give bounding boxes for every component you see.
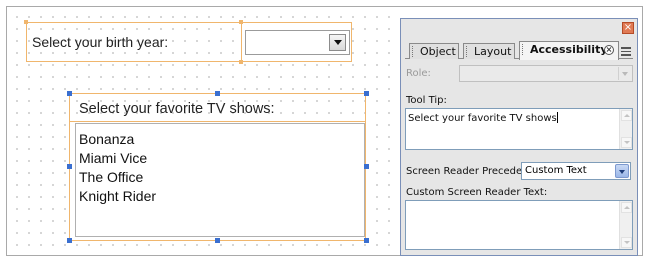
- tab-object[interactable]: Object: [409, 43, 459, 59]
- close-icon[interactable]: ×: [622, 22, 634, 34]
- list-item[interactable]: Knight Rider: [76, 187, 364, 206]
- custom-text-label: Custom Screen Reader Text:: [406, 187, 548, 198]
- tab-object-label: Object: [420, 45, 456, 58]
- custom-text-input[interactable]: [405, 200, 633, 250]
- list-item[interactable]: Bonanza: [76, 130, 364, 149]
- tab-close-icon[interactable]: ×: [604, 45, 614, 55]
- resize-handle-middle-left[interactable]: [67, 164, 72, 169]
- chevron-down-icon: [618, 67, 631, 80]
- birth-year-select[interactable]: [241, 22, 352, 62]
- chevron-down-icon[interactable]: [615, 164, 629, 178]
- tv-shows-listbox[interactable]: Bonanza Miami Vice The Office Knight Rid…: [75, 123, 365, 237]
- scroll-up-icon[interactable]: [621, 110, 632, 121]
- tab-accessibility-label: Accessibility: [530, 43, 608, 56]
- birth-year-handle-mid[interactable]: [239, 20, 243, 24]
- birth-year-label: Select your birth year:: [32, 34, 169, 50]
- chevron-down-icon[interactable]: [329, 34, 346, 51]
- role-label: Role:: [406, 68, 431, 79]
- list-item[interactable]: The Office: [76, 168, 364, 187]
- resize-handle-bottom-right[interactable]: [364, 238, 369, 243]
- tooltip-input[interactable]: Select your favorite TV shows: [405, 108, 633, 150]
- list-item[interactable]: Miami Vice: [76, 149, 364, 168]
- scroll-down-icon[interactable]: [621, 137, 632, 148]
- text-caret: [556, 112, 558, 123]
- resize-handle-bottom-left[interactable]: [67, 238, 72, 243]
- precedence-value: Custom Text: [525, 165, 587, 176]
- accessibility-panel: × Object Layout Accessibility × Role: To…: [400, 18, 638, 256]
- resize-handle-middle-right[interactable]: [364, 164, 369, 169]
- tooltip-label: Tool Tip:: [406, 95, 447, 106]
- scroll-up-icon[interactable]: [621, 202, 632, 213]
- tab-accessibility[interactable]: Accessibility ×: [519, 41, 619, 60]
- resize-handle-top-right[interactable]: [364, 91, 369, 96]
- tooltip-value: Select your favorite TV shows: [408, 113, 557, 124]
- birth-year-handle-left[interactable]: [24, 20, 28, 24]
- tab-layout[interactable]: Layout: [463, 43, 515, 59]
- panel-menu-icon[interactable]: [621, 47, 631, 56]
- birth-year-handle-mid-bottom[interactable]: [239, 60, 243, 64]
- resize-handle-bottom-middle[interactable]: [215, 238, 220, 243]
- precedence-select[interactable]: Custom Text: [521, 162, 631, 180]
- resize-handle-top-left[interactable]: [67, 91, 72, 96]
- scroll-down-icon[interactable]: [621, 237, 632, 248]
- birth-year-select-box[interactable]: [245, 30, 350, 55]
- custom-text-scrollbar[interactable]: [619, 201, 632, 249]
- panel-tabs: Object Layout Accessibility ×: [405, 41, 633, 60]
- resize-handle-top-middle[interactable]: [215, 91, 220, 96]
- tv-shows-label: Select your favorite TV shows:: [79, 101, 275, 117]
- tab-layout-label: Layout: [474, 45, 512, 58]
- role-select: [459, 65, 633, 82]
- tooltip-scrollbar[interactable]: [619, 109, 632, 149]
